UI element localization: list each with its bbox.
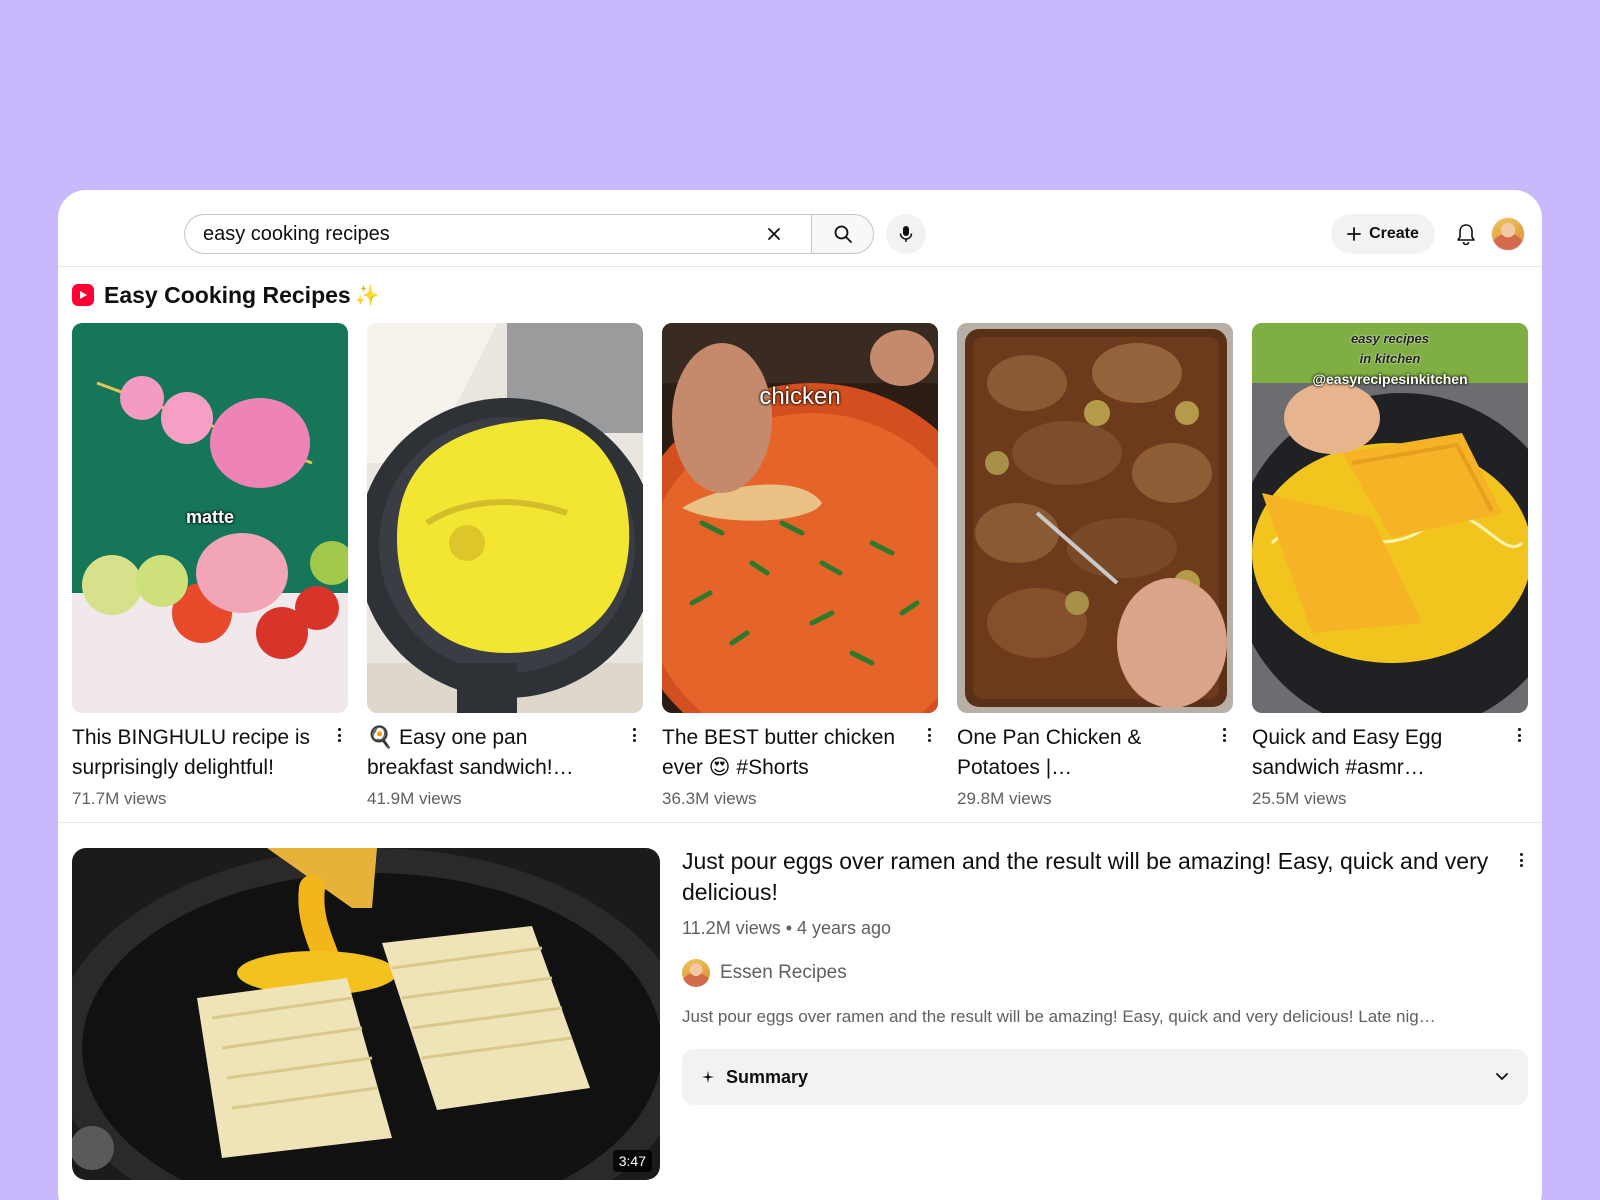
bell-icon [1457,224,1475,245]
create-button-label: Create [1369,225,1419,242]
short-thumbnail-caption: @easyrecipesinkitchen [1312,371,1468,387]
voice-search-button[interactable] [886,214,926,254]
top-bar: Create [58,190,1542,267]
video-info: Just pour eggs over ramen and the result… [682,846,1528,1105]
summary-label: Summary [726,1066,809,1087]
more-vert-icon[interactable] [1514,850,1528,870]
section-divider [58,822,1542,823]
short-title[interactable]: One Pan Chicken & Potatoes |… [957,723,1207,783]
short-card[interactable]: easy recipes in kitchen @easyrecipesinki… [1252,323,1528,808]
watermark-line-2: in kitchen [1359,351,1421,366]
chevron-down-icon [1496,1073,1508,1080]
account-avatar[interactable] [1491,217,1525,251]
search-icon [834,225,852,243]
video-title[interactable]: Just pour eggs over ramen and the result… [682,846,1492,908]
watermark-line-1: easy recipes [1350,331,1430,346]
shelf-title-emoji: ✨ [354,284,380,307]
short-card[interactable]: One Pan Chicken & Potatoes |… 29.8M view… [957,323,1233,808]
video-description: Just pour eggs over ramen and the result… [682,1007,1436,1026]
channel-link[interactable]: Essen Recipes [682,959,1528,987]
clear-search-button[interactable] [759,219,789,249]
search-button[interactable] [811,214,874,254]
more-vert-icon[interactable] [922,725,936,745]
short-thumbnail[interactable]: easy recipes in kitchen @easyrecipesinki… [1252,323,1528,713]
mic-icon [899,226,913,242]
short-card[interactable]: chicken The BEST butter chicken ever 😍 #… [662,323,938,808]
more-vert-icon[interactable] [1217,725,1231,745]
search-input[interactable] [203,215,743,253]
short-thumbnail[interactable] [367,323,643,713]
short-views: 25.5M views [1252,789,1347,808]
short-thumbnail[interactable]: chicken [662,323,938,713]
short-thumbnail-caption: matte [185,507,234,527]
plus-icon [1347,227,1361,241]
shelf-title: Easy Cooking Recipes [104,281,351,308]
more-vert-icon[interactable] [332,725,346,745]
short-thumbnail-caption: chicken [759,383,841,410]
channel-name[interactable]: Essen Recipes [720,962,847,984]
video-duration: 3:47 [612,1150,652,1172]
video-meta: 11.2M views • 4 years ago [682,918,892,938]
more-vert-icon[interactable] [1512,725,1526,745]
short-thumbnail[interactable] [957,323,1233,713]
short-card[interactable]: matte This BINGHULU recipe is surprising… [72,323,348,808]
notifications-button[interactable] [1448,216,1484,252]
short-views: 71.7M views [72,789,167,808]
short-title[interactable]: 🍳 Easy one pan breakfast sandwich!… [367,723,617,783]
sparkle-icon [702,1071,714,1083]
short-title[interactable]: This BINGHULU recipe is surprisingly del… [72,723,322,783]
channel-avatar[interactable] [682,959,710,987]
youtube-window: Create Easy Cooking Recipes ✨ [58,190,1542,1200]
summary-expander[interactable]: Summary [682,1049,1528,1105]
shorts-row: matte This BINGHULU recipe is surprising… [72,323,1530,808]
create-button[interactable]: Create [1331,214,1435,254]
short-views: 29.8M views [957,789,1052,808]
short-title[interactable]: Quick and Easy Egg sandwich #asmr… [1252,723,1502,783]
more-vert-icon[interactable] [627,725,641,745]
short-views: 36.3M views [662,789,757,808]
search-box[interactable] [184,214,814,254]
shorts-logo-icon [72,284,94,306]
short-views: 41.9M views [367,789,462,808]
short-title[interactable]: The BEST butter chicken ever 😍 #Shorts [662,723,912,783]
video-thumbnail[interactable]: 3:47 [72,848,660,1180]
close-icon [768,228,780,240]
shorts-shelf-header: Easy Cooking Recipes ✨ [72,280,380,310]
short-thumbnail[interactable]: matte [72,323,348,713]
short-card[interactable]: 🍳 Easy one pan breakfast sandwich!… 41.9… [367,323,643,808]
